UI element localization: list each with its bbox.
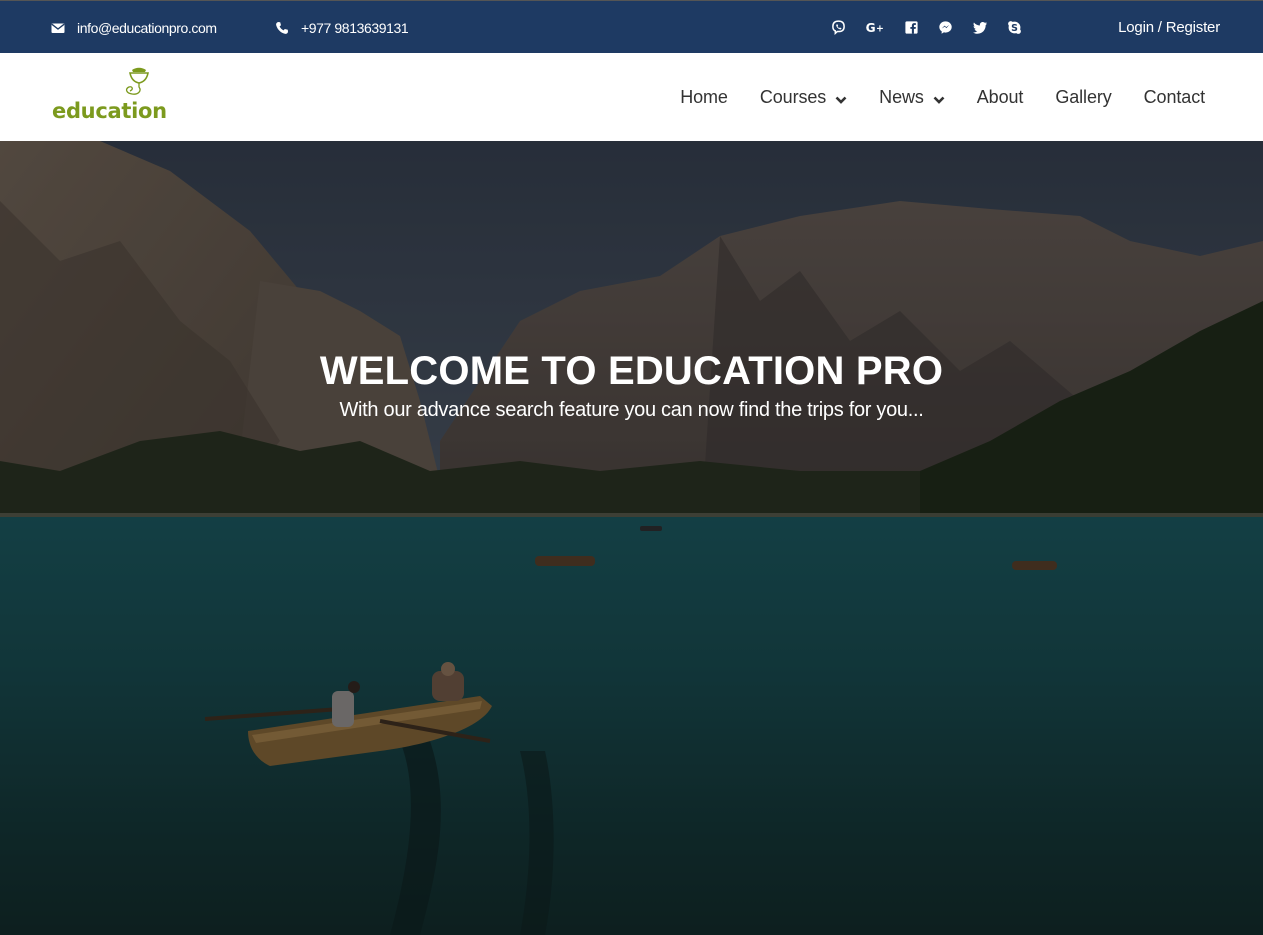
- nav-courses[interactable]: Courses: [760, 87, 847, 108]
- nav-contact-label: Contact: [1143, 86, 1205, 107]
- envelope-icon: [51, 21, 65, 35]
- contact-phone[interactable]: +977 9813639131: [275, 1, 409, 54]
- twitter-icon[interactable]: [972, 20, 988, 36]
- hero-banner: WELCOME TO EDUCATION PRO With our advanc…: [0, 141, 1263, 935]
- logo-text: education: [52, 99, 167, 123]
- hero-subtitle: With our advance search feature you can …: [339, 399, 924, 421]
- nav-home-label: Home: [680, 86, 728, 107]
- svg-text:+: +: [875, 23, 883, 34]
- viber-icon[interactable]: [830, 20, 846, 36]
- chevron-down-icon: [933, 96, 945, 104]
- facebook-icon[interactable]: [903, 20, 919, 36]
- svg-text:S: S: [1011, 23, 1018, 34]
- top-bar: info@educationpro.com +977 9813639131 G +…: [0, 0, 1263, 53]
- google-plus-icon[interactable]: G +: [865, 20, 885, 36]
- nav-gallery-label: Gallery: [1055, 86, 1112, 107]
- nav-news-label: News: [879, 86, 924, 107]
- logo-lamp-icon: [125, 67, 149, 95]
- main-header: education Home Courses News About Galler…: [0, 53, 1263, 141]
- nav-contact[interactable]: Contact: [1144, 87, 1205, 108]
- nav-gallery[interactable]: Gallery: [1055, 87, 1111, 108]
- social-links: G + S: [830, 1, 1041, 54]
- svg-text:G: G: [865, 21, 875, 35]
- nav-courses-label: Courses: [759, 86, 827, 107]
- hero-dark-overlay: [0, 141, 1263, 935]
- skype-icon[interactable]: S: [1007, 20, 1023, 36]
- email-text[interactable]: info@educationpro.com: [77, 20, 217, 36]
- site-logo[interactable]: education: [52, 67, 172, 127]
- phone-text[interactable]: +977 9813639131: [301, 20, 409, 36]
- nav-about-label: About: [976, 86, 1024, 107]
- contact-email[interactable]: info@educationpro.com: [51, 1, 217, 54]
- messenger-icon[interactable]: [938, 20, 954, 36]
- hero-title: WELCOME TO EDUCATION PRO: [319, 349, 944, 393]
- phone-icon: [275, 21, 289, 35]
- nav-home[interactable]: Home: [680, 87, 728, 108]
- nav-about[interactable]: About: [977, 87, 1024, 108]
- nav-news[interactable]: News: [879, 87, 945, 108]
- chevron-down-icon: [835, 96, 847, 104]
- hero-content: WELCOME TO EDUCATION PRO With our advanc…: [0, 346, 1263, 422]
- login-register-link[interactable]: Login / Register: [1118, 1, 1220, 54]
- main-nav: Home Courses News About Gallery Contact: [680, 53, 1205, 141]
